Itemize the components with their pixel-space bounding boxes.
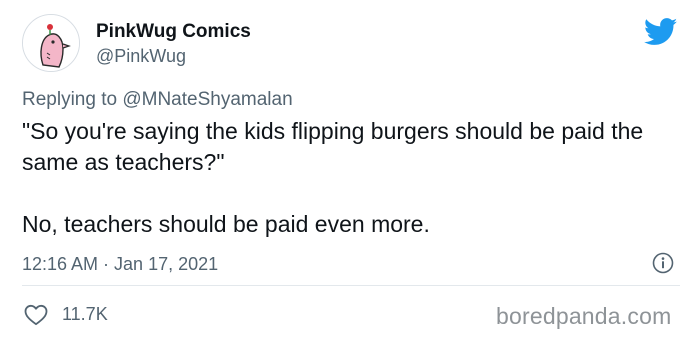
like-count[interactable]: 11.7K — [62, 304, 108, 325]
tweet-paragraph: "So you're saying the kids flipping burg… — [22, 118, 644, 175]
divider — [22, 285, 680, 286]
reply-context: Replying to @MNateShyamalan — [22, 89, 293, 111]
watermark: boredpanda.com — [496, 303, 672, 329]
tweet-card: PinkWug Comics @PinkWug Replying to @MNa… — [0, 0, 700, 341]
tweet-paragraph: No, teachers should be paid even more. — [22, 211, 430, 237]
twitter-bird-icon[interactable] — [643, 18, 678, 46]
reply-mention-link[interactable]: @MNateShyamalan — [122, 89, 292, 110]
info-icon[interactable] — [652, 252, 674, 274]
tweet-timestamp[interactable]: 12:16 AM · Jan 17, 2021 — [22, 254, 218, 275]
user-handle[interactable]: @PinkWug — [96, 46, 186, 67]
tweet-text: "So you're saying the kids flipping burg… — [22, 116, 672, 240]
avatar[interactable] — [22, 14, 80, 72]
pinkwug-avatar-icon — [23, 15, 79, 71]
reply-prefix: Replying to — [22, 89, 118, 110]
heart-icon[interactable] — [24, 304, 48, 326]
display-name[interactable]: PinkWug Comics — [96, 21, 251, 43]
